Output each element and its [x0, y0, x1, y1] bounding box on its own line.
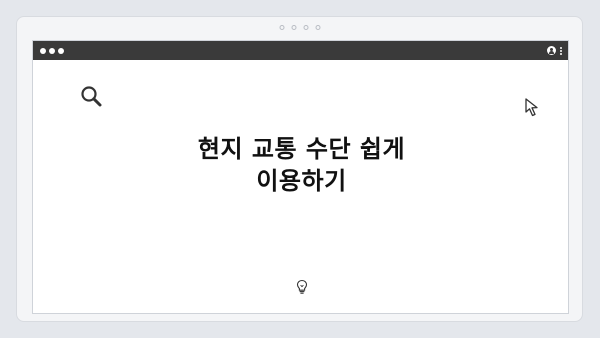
- frame-dot: [279, 25, 284, 30]
- titlebar-actions: [547, 46, 562, 55]
- frame-dot: [303, 25, 308, 30]
- maximize-window-button[interactable]: [58, 47, 64, 54]
- page-headline: 현지 교통 수단 쉽게 이용하기: [133, 133, 470, 197]
- kebab-menu-icon[interactable]: [560, 46, 562, 55]
- minimize-window-button[interactable]: [49, 47, 55, 54]
- cursor-icon: [525, 98, 538, 117]
- window-controls: [40, 47, 64, 54]
- browser-window: 현지 교통 수단 쉽게 이용하기: [32, 40, 569, 314]
- headline-line-2: 이용하기: [256, 167, 347, 195]
- headline-line-1: 현지 교통 수단 쉽게: [197, 135, 406, 163]
- frame-dot: [315, 25, 320, 30]
- close-window-button[interactable]: [40, 47, 46, 54]
- lightbulb-icon: [296, 279, 308, 294]
- outer-frame-dots: [279, 25, 320, 30]
- search-icon: [81, 86, 102, 107]
- frame-dot: [291, 25, 296, 30]
- user-icon[interactable]: [547, 46, 556, 55]
- browser-titlebar: [33, 41, 568, 60]
